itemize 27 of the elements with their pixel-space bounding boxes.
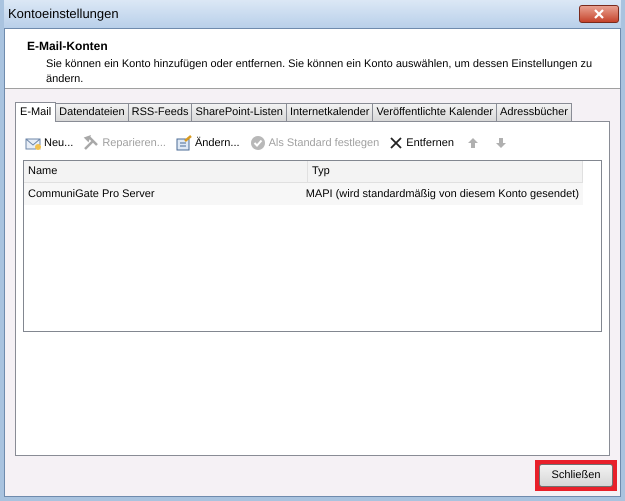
tab[interactable]: RSS-Feeds bbox=[128, 103, 192, 121]
close-icon bbox=[593, 9, 605, 19]
toolbar-button[interactable]: Entfernen bbox=[389, 134, 454, 152]
tab[interactable]: Veröffentlichte Kalender bbox=[372, 103, 498, 121]
close-icon bbox=[389, 136, 404, 150]
tab[interactable]: Adressbücher bbox=[496, 103, 572, 121]
window-title: Kontoeinstellungen bbox=[8, 5, 119, 24]
close-button[interactable] bbox=[579, 5, 619, 23]
tab[interactable]: Datendateien bbox=[55, 103, 129, 121]
tools-icon bbox=[83, 135, 100, 151]
tab[interactable]: Internetkalender bbox=[286, 103, 374, 121]
tab[interactable]: E-Mail bbox=[15, 102, 56, 122]
tab[interactable]: SharePoint-Listen bbox=[191, 103, 287, 121]
table-cell-text: CommuniGate Pro Server bbox=[27, 186, 156, 202]
column-header[interactable]: Typ bbox=[308, 161, 583, 182]
header-title: E-Mail-Konten bbox=[27, 38, 109, 55]
down-arrow-icon bbox=[494, 137, 507, 149]
column-header[interactable]: Name bbox=[24, 161, 308, 182]
table-cell-text: MAPI (wird standardmäßig von diesem Konto gesendet) bbox=[304, 186, 580, 202]
check-circle-icon bbox=[250, 135, 266, 151]
toolbar-button[interactable]: Neu... bbox=[25, 134, 74, 152]
toolbar-button[interactable]: Ändern... bbox=[176, 134, 240, 152]
edit-icon bbox=[176, 135, 192, 151]
up-arrow-icon bbox=[466, 137, 479, 149]
table-row[interactable]: CommuniGate Pro Server MAPI (wird standardmäßig von diesem Konto gesendet) bbox=[24, 183, 583, 205]
close-dialog-button[interactable]: Schließen bbox=[539, 464, 613, 487]
header-description: Sie können ein Konto hinzufügen oder entfernen. Sie können ein Konto auswählen, um dessen Einstellungen zu ändern. bbox=[45, 57, 594, 87]
